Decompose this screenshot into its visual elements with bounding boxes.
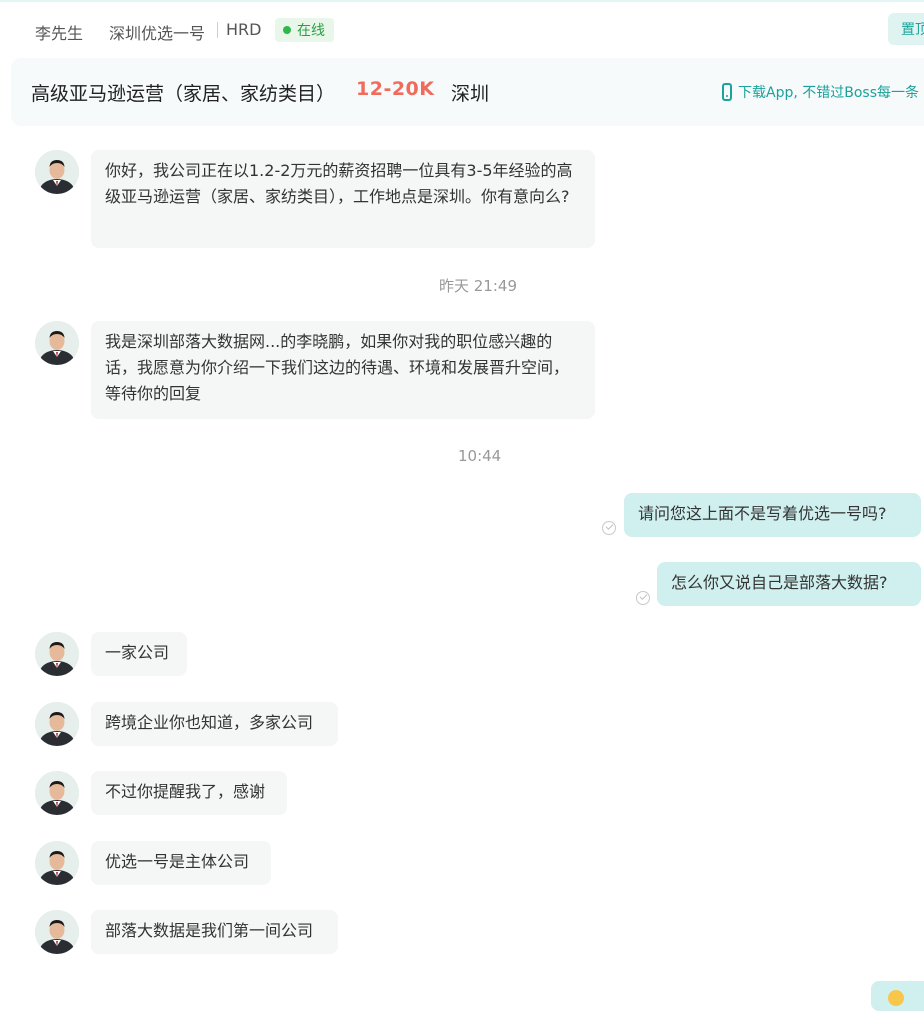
- hr-avatar[interactable]: [35, 841, 79, 885]
- message-text: 部落大数据是我们第一间公司: [105, 921, 314, 940]
- online-status-label: 在线: [297, 23, 325, 39]
- message-timestamp: 10:44: [458, 447, 502, 465]
- my-message-bubble[interactable]: 怎么你又说自己是部落大数据?: [657, 562, 921, 606]
- job-title: 高级亚马逊运营（家居、家纺类目）: [31, 83, 336, 105]
- online-dot-icon: [283, 26, 291, 34]
- read-receipt-icon: [636, 591, 650, 605]
- message-timestamp: 昨天 21:49: [439, 277, 517, 295]
- header-separator: [217, 22, 218, 38]
- pin-top-button-label: 置顶: [901, 22, 924, 38]
- hr-message-bubble[interactable]: 优选一号是主体公司: [91, 841, 271, 885]
- hr-message-bubble[interactable]: 我是深圳部落大数据网...的李晓鹏，如果你对我的职位感兴趣的话，我愿意为你介绍一…: [91, 321, 595, 419]
- hr-avatar[interactable]: [35, 771, 79, 815]
- hr-avatar[interactable]: [35, 702, 79, 746]
- message-text: 请问您这上面不是写着优选一号吗?: [638, 504, 887, 523]
- hr-avatar[interactable]: [35, 910, 79, 954]
- job-info-bar[interactable]: 高级亚马逊运营（家居、家纺类目） 12-20K 深圳 下载App, 不错过Bos…: [11, 58, 924, 126]
- hr-message-bubble[interactable]: 不过你提醒我了，感谢: [91, 771, 287, 815]
- hr-message-bubble[interactable]: 一家公司: [91, 632, 187, 676]
- hr-message-bubble[interactable]: 部落大数据是我们第一间公司: [91, 910, 338, 954]
- download-app-text: 下载App, 不错过Boss每一条: [738, 85, 920, 101]
- hr-message-bubble[interactable]: 你好，我公司正在以1.2-2万元的薪资招聘一位具有3-5年经验的高级亚马逊运营（…: [91, 150, 595, 248]
- message-text: 你好，我公司正在以1.2-2万元的薪资招聘一位具有3-5年经验的高级亚马逊运营（…: [105, 161, 573, 206]
- message-text: 不过你提醒我了，感谢: [105, 782, 266, 801]
- download-app-link[interactable]: 下载App, 不错过Boss每一条: [722, 82, 919, 102]
- message-text: 跨境企业你也知道，多家公司: [105, 713, 314, 732]
- hr-avatar[interactable]: [35, 150, 79, 194]
- hr-role: HRD: [226, 20, 262, 39]
- hr-avatar[interactable]: [35, 632, 79, 676]
- job-city: 深圳: [451, 83, 490, 105]
- online-status-badge: 在线: [275, 18, 334, 42]
- message-text: 优选一号是主体公司: [105, 852, 250, 871]
- my-message-bubble[interactable]: 请问您这上面不是写着优选一号吗?: [624, 493, 921, 537]
- hr-message-bubble[interactable]: 跨境企业你也知道，多家公司: [91, 702, 338, 746]
- message-text: 我是深圳部落大数据网...的李晓鹏，如果你对我的职位感兴趣的话，我愿意为你介绍一…: [105, 332, 570, 403]
- phone-icon: [722, 83, 732, 101]
- hr-name: 李先生: [35, 24, 84, 43]
- emoji-icon: [888, 990, 904, 1006]
- message-text: 一家公司: [105, 643, 170, 662]
- read-receipt-icon: [602, 521, 616, 535]
- job-salary: 12-20K: [356, 78, 435, 100]
- message-text: 怎么你又说自己是部落大数据?: [671, 573, 888, 592]
- company-name: 深圳优选一号: [109, 24, 206, 43]
- hr-avatar[interactable]: [35, 321, 79, 365]
- chat-header: 李先生 深圳优选一号 HRD 在线 置顶: [0, 2, 924, 56]
- pin-top-button[interactable]: 置顶: [888, 13, 924, 45]
